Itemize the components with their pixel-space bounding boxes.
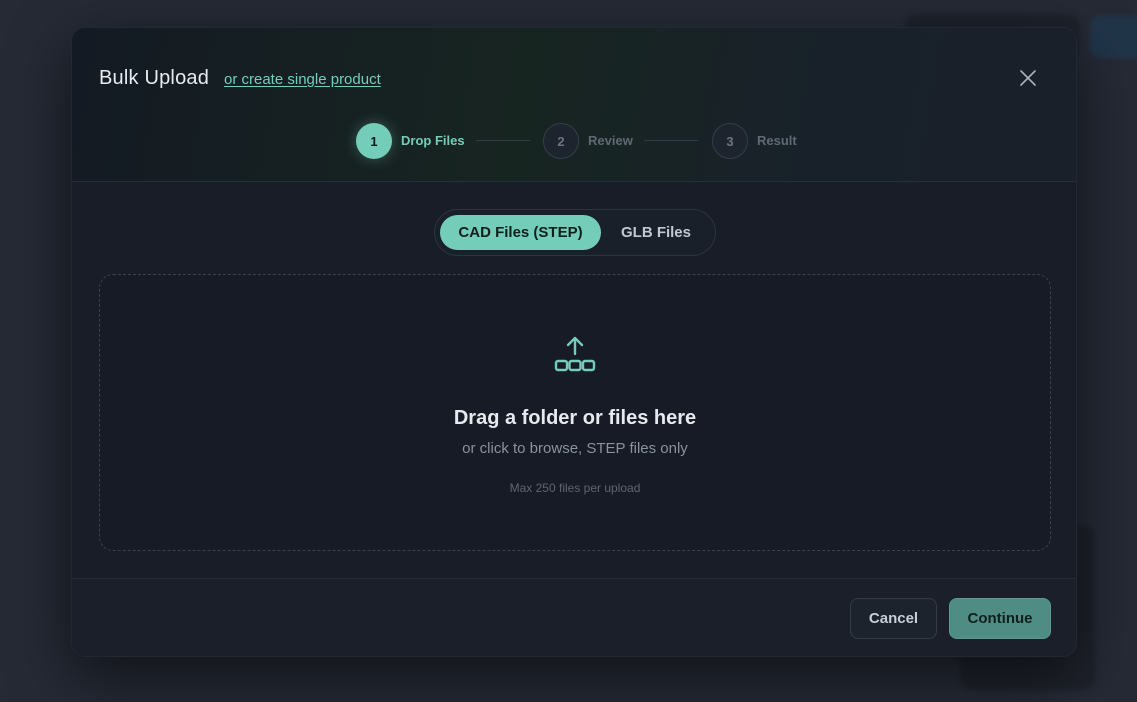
step-1-label: Drop Files (401, 133, 465, 148)
toggle-glb-files[interactable]: GLB Files (601, 215, 711, 250)
step-2-circle: 2 (543, 123, 579, 159)
cancel-button[interactable]: Cancel (850, 598, 937, 639)
step-connector (644, 140, 698, 141)
dropzone-limit: Max 250 files per upload (509, 481, 641, 495)
dropzone-subtitle: or click to browse, STEP files only (462, 440, 688, 457)
continue-button[interactable]: Continue (949, 598, 1051, 639)
step-1-circle: 1 (356, 123, 392, 159)
step-connector (476, 140, 530, 141)
step-3-circle: 3 (712, 123, 748, 159)
create-single-product-link[interactable]: or create single product (224, 71, 381, 88)
file-dropzone[interactable]: Drag a folder or files here or click to … (99, 274, 1051, 551)
step-3-label: Result (757, 133, 797, 148)
dropzone-title: Drag a folder or files here (453, 407, 697, 429)
modal-footer: Cancel Continue (72, 578, 1076, 656)
close-icon (1020, 70, 1036, 86)
backdrop-accent (1090, 16, 1137, 58)
close-button[interactable] (1014, 64, 1042, 92)
file-type-toggle: CAD Files (STEP) GLB Files (434, 209, 716, 256)
modal-title: Bulk Upload (99, 67, 210, 89)
modal-header: Bulk Upload or create single product 1 D… (72, 28, 1076, 182)
upload-folder-icon (554, 336, 596, 372)
bulk-upload-modal: Bulk Upload or create single product 1 D… (71, 27, 1077, 657)
step-2-label: Review (588, 133, 633, 148)
stepper: 1 Drop Files 2 Review 3 Result (72, 123, 1076, 159)
toggle-cad-files[interactable]: CAD Files (STEP) (440, 215, 601, 250)
